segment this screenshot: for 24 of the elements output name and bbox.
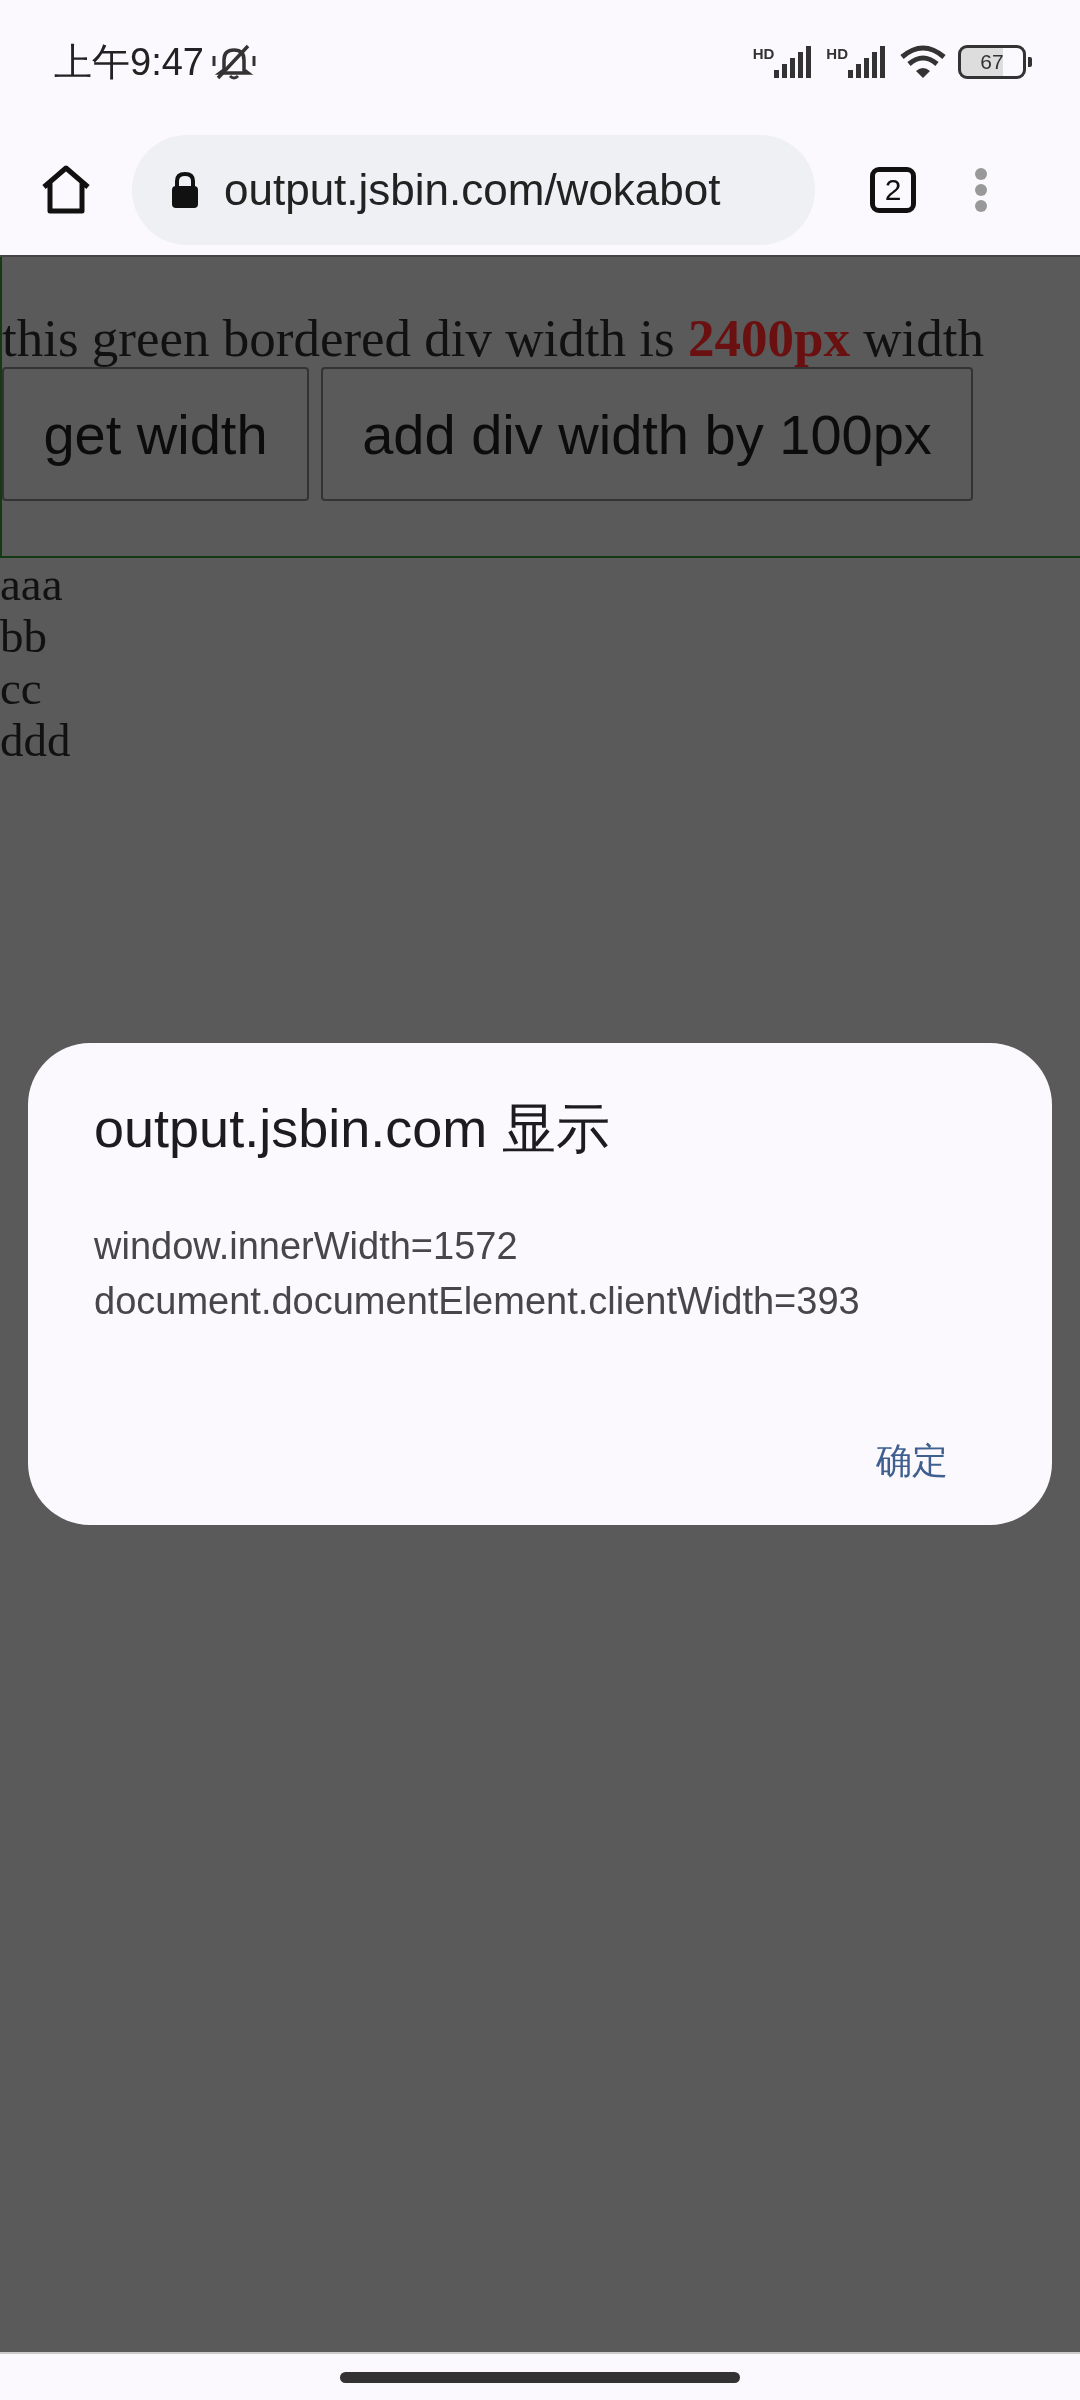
home-button[interactable] [40,164,92,215]
dialog-message: window.innerWidth=1572 [94,1224,519,1269]
text-line: ddd [0,714,72,766]
lock-icon [170,170,200,209]
ok-button[interactable]: 确定 [874,1429,950,1494]
paragraph: this green bordered div width is 2400px width [2,309,985,367]
signal-icon [848,46,888,78]
url-text: output.jsbin.com/wokabot [224,164,721,215]
more-icon [974,166,988,213]
clock-time: 上午9:47 [54,39,204,85]
text-line: cc [0,662,43,714]
dialog-title: output.jsbin.com 显示 [94,1097,612,1160]
text-line: bb [0,610,48,662]
network-label: HD [826,46,848,61]
home-icon [40,164,92,215]
home-indicator[interactable] [340,2371,740,2383]
menu-button[interactable] [974,166,988,213]
tab-count-button[interactable]: 2 [870,166,916,213]
network-label: HD [752,46,775,61]
battery-level-text: 67 [980,50,1004,74]
text-line: aaa [0,558,64,610]
wifi-icon [900,45,946,79]
dialog-message: document.documentElement.clientWidth=393 [94,1279,861,1324]
address-bar[interactable]: output.jsbin.com/wokabot [132,134,815,245]
